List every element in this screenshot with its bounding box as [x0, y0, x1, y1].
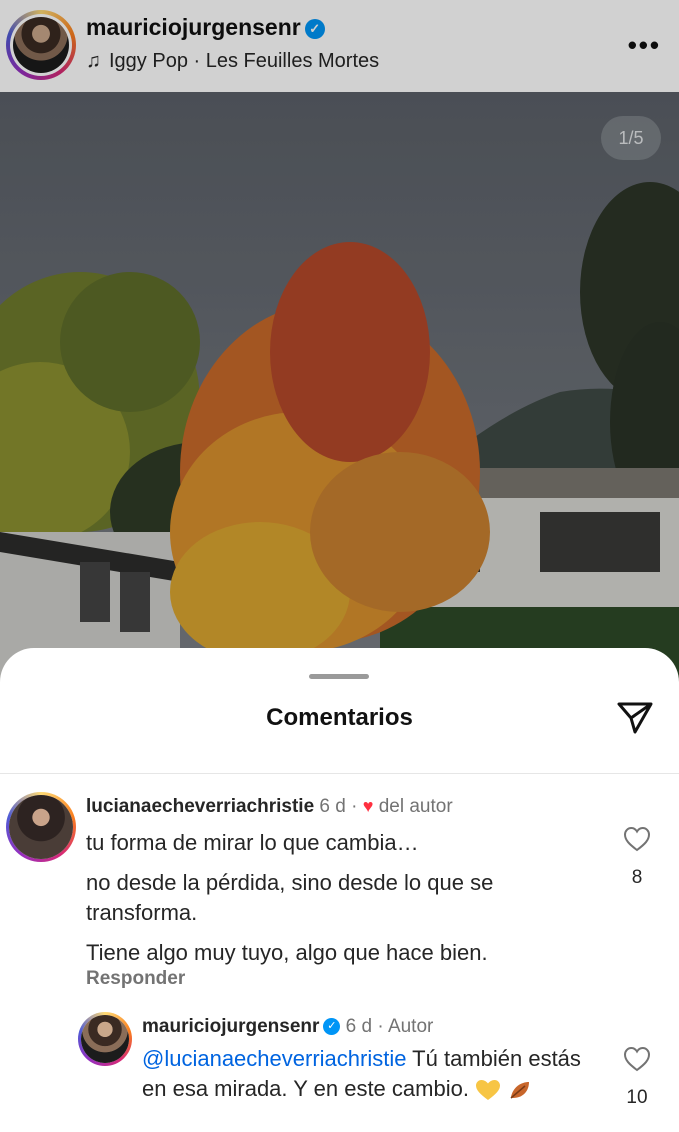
instagram-post-screen: mauriciojurgensenr ✓ ♫ Iggy Pop · Les Feui…: [0, 0, 679, 1132]
comment-like: 8: [617, 826, 657, 889]
liked-by-author-label: del autor: [378, 796, 453, 817]
comment-like-count: 8: [631, 867, 643, 888]
reply-text: @lucianaecheverriachristie Tú también es…: [142, 1044, 602, 1104]
comment-line: Tiene algo muy tuyo, algo que hace bien.: [86, 940, 488, 965]
reply-meta: mauriciojurgensenr ✓ 6 d · Autor: [142, 1016, 434, 1037]
fallen-leaf-icon: [510, 1082, 530, 1099]
heart-outline-icon[interactable]: [623, 1046, 651, 1072]
carousel-page-indicator: 1/5: [601, 116, 661, 160]
reply-mention-link[interactable]: @lucianaecheverriachristie: [142, 1046, 406, 1071]
heart-outline-icon[interactable]: [623, 826, 651, 852]
reply-like-count: 10: [626, 1087, 648, 1108]
verified-badge-icon: ✓: [323, 1018, 341, 1036]
author-liked-heart-icon: ♥: [362, 796, 374, 816]
reply-author-avatar[interactable]: [78, 1012, 132, 1066]
comment-text: tu forma de mirar lo que cambia… no desd…: [86, 828, 586, 968]
reply-like: 10: [617, 1046, 657, 1109]
comment-time: 6 d: [319, 796, 346, 817]
reply-author-label: Autor: [387, 1016, 434, 1037]
sheet-divider: [0, 773, 679, 774]
commenter-username[interactable]: lucianaecheverriachristie: [86, 796, 314, 817]
reply-button[interactable]: Responder: [86, 968, 185, 990]
sheet-drag-handle[interactable]: [309, 674, 369, 679]
send-paper-plane-icon[interactable]: [615, 698, 655, 738]
comments-sheet: Comentarios lucianaecheverriachristie 6 …: [0, 648, 679, 1132]
comments-title: Comentarios: [266, 704, 413, 731]
yellow-heart-icon: [476, 1080, 501, 1101]
comment-meta: lucianaecheverriachristie 6 d · ♥ del au…: [86, 796, 453, 817]
reply-username[interactable]: mauriciojurgensenr: [142, 1016, 319, 1037]
comment-line: tu forma de mirar lo que cambia…: [86, 830, 419, 855]
modal-overlay[interactable]: 1/5: [0, 0, 679, 682]
commenter-avatar[interactable]: [6, 792, 76, 862]
reply-time: 6 d: [345, 1016, 373, 1037]
comment-line: no desde la pérdida, sino desde lo que s…: [86, 870, 494, 925]
